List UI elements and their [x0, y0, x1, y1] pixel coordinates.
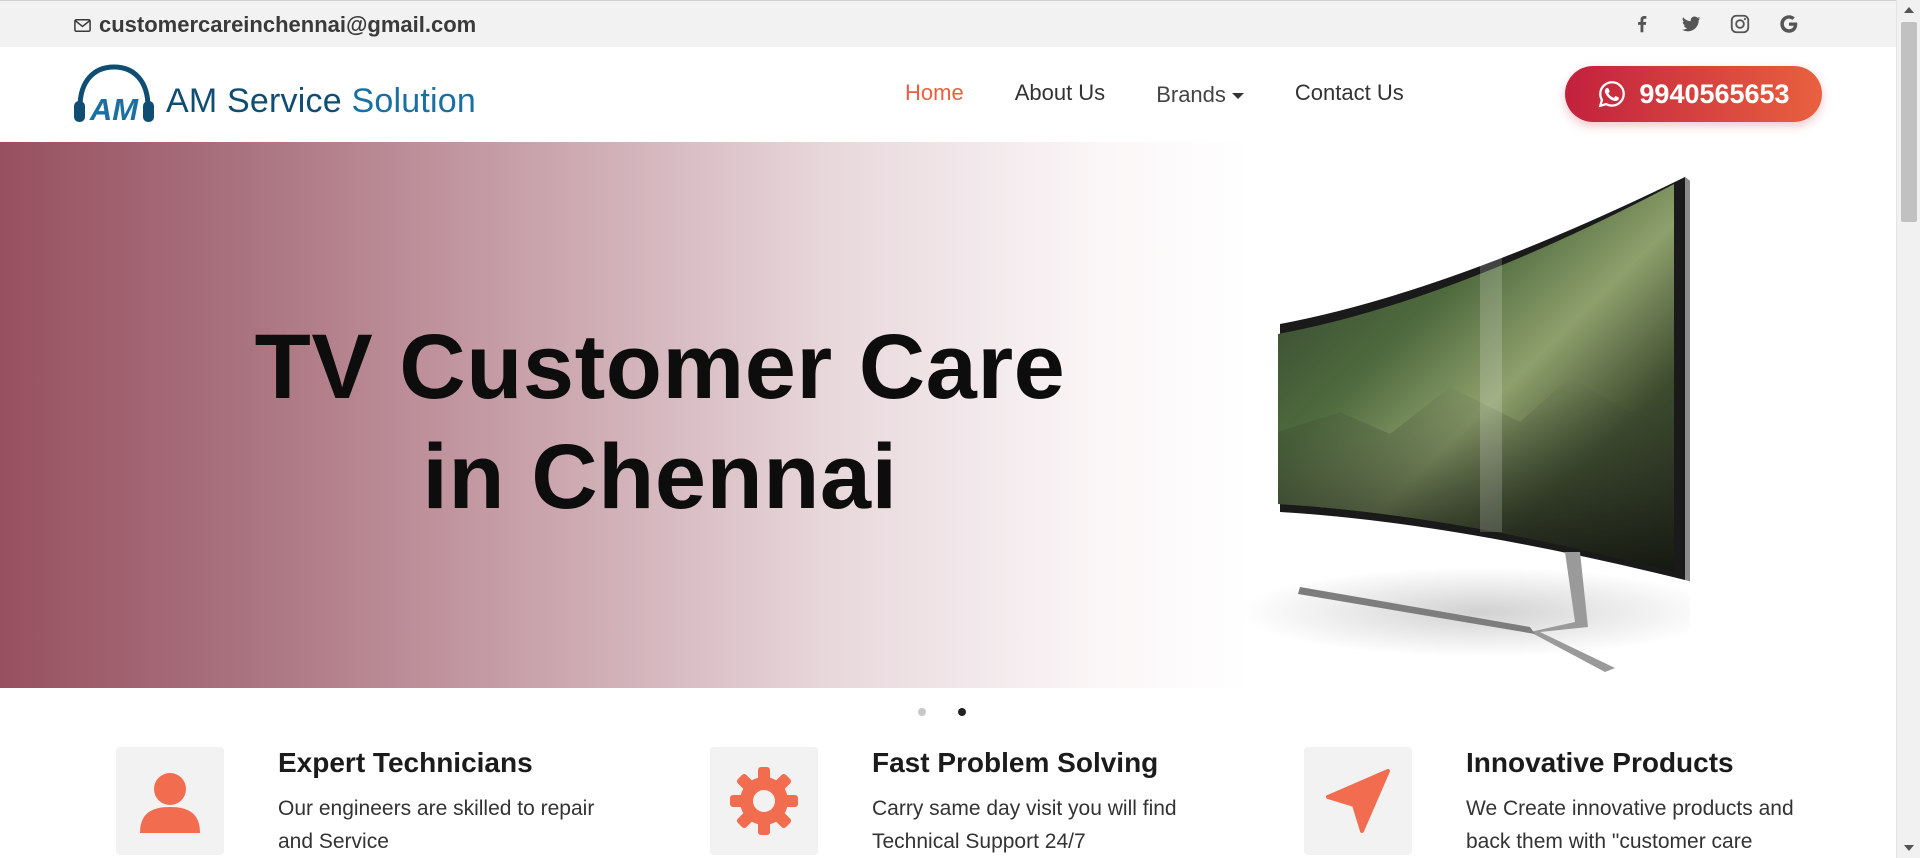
logo-mark: AM [89, 92, 139, 125]
feature-text: We Create innovative products and back t… [1466, 797, 1794, 853]
feature-title: Expert Technicians [278, 747, 533, 778]
caret-down-icon [1231, 93, 1244, 99]
navigation-arrow-icon [1326, 769, 1390, 833]
gear-icon [730, 767, 798, 835]
twitter-icon[interactable] [1679, 12, 1703, 36]
feature-title: Fast Problem Solving [872, 747, 1159, 778]
envelope-icon [74, 18, 91, 32]
curved-tv-image [1240, 177, 1690, 672]
user-icon [140, 773, 200, 833]
hero-title-line1: TV Customer Care [254, 316, 1066, 418]
site-logo[interactable]: AM AM Service Solution [72, 63, 476, 125]
feature-text: Carry same day visit you will find Techn… [872, 797, 1177, 853]
feature-card: Innovative Products We Create innovative… [1304, 747, 1864, 858]
scrollbar-thumb[interactable] [1901, 22, 1917, 222]
slider-indicators [918, 708, 966, 716]
slider-dot-1[interactable] [918, 708, 926, 716]
feature-card: Fast Problem Solving Carry same day visi… [710, 747, 1270, 858]
call-button[interactable]: 9940565653 [1565, 66, 1822, 122]
nav-item-home[interactable]: Home [905, 80, 964, 106]
main-navbar: AM AM Service Solution Home About Us Bra… [0, 47, 1896, 142]
google-icon[interactable] [1777, 12, 1801, 36]
nav-item-brands-label: Brands [1156, 82, 1226, 107]
scroll-up-arrow-icon[interactable] [1897, 0, 1920, 20]
nav-item-brands[interactable]: Brands [1156, 77, 1244, 108]
nav-item-about-us[interactable]: About Us [1015, 80, 1106, 106]
social-links [1630, 12, 1801, 36]
hero-title-line2: in Chennai [422, 426, 898, 528]
scroll-down-arrow-icon[interactable] [1897, 838, 1920, 858]
slider-dot-2[interactable] [958, 708, 966, 716]
feature-icon-box [116, 747, 224, 855]
nav-item-contact-us[interactable]: Contact Us [1295, 80, 1404, 106]
logo-name-part1: AM Service [166, 82, 342, 120]
facebook-icon[interactable] [1630, 12, 1654, 36]
logo-text: AM Service Solution [166, 82, 476, 121]
vertical-scrollbar[interactable] [1896, 0, 1920, 858]
whatsapp-icon [1599, 81, 1626, 108]
feature-text: Our engineers are skilled to repair and … [278, 797, 595, 853]
top-bar: customercareinchennai@gmail.com [0, 0, 1896, 47]
feature-icon-box [710, 747, 818, 855]
feature-icon-box [1304, 747, 1412, 855]
hero-slider: TV Customer Care in Chennai [0, 142, 1896, 688]
nav-menu: Home About Us Brands Contact Us [905, 77, 1455, 108]
feature-title: Innovative Products [1466, 747, 1734, 778]
logo-name-part2: Solution [351, 82, 476, 120]
instagram-icon[interactable] [1728, 12, 1752, 36]
call-button-phone: 9940565653 [1639, 78, 1790, 109]
headphones-logo-icon: AM [74, 64, 154, 125]
hero-title: TV Customer Care in Chennai [205, 312, 1115, 532]
feature-card: Expert Technicians Our engineers are ski… [116, 747, 676, 858]
email-text: customercareinchennai@gmail.com [99, 12, 477, 37]
email-link[interactable]: customercareinchennai@gmail.com [73, 12, 476, 38]
